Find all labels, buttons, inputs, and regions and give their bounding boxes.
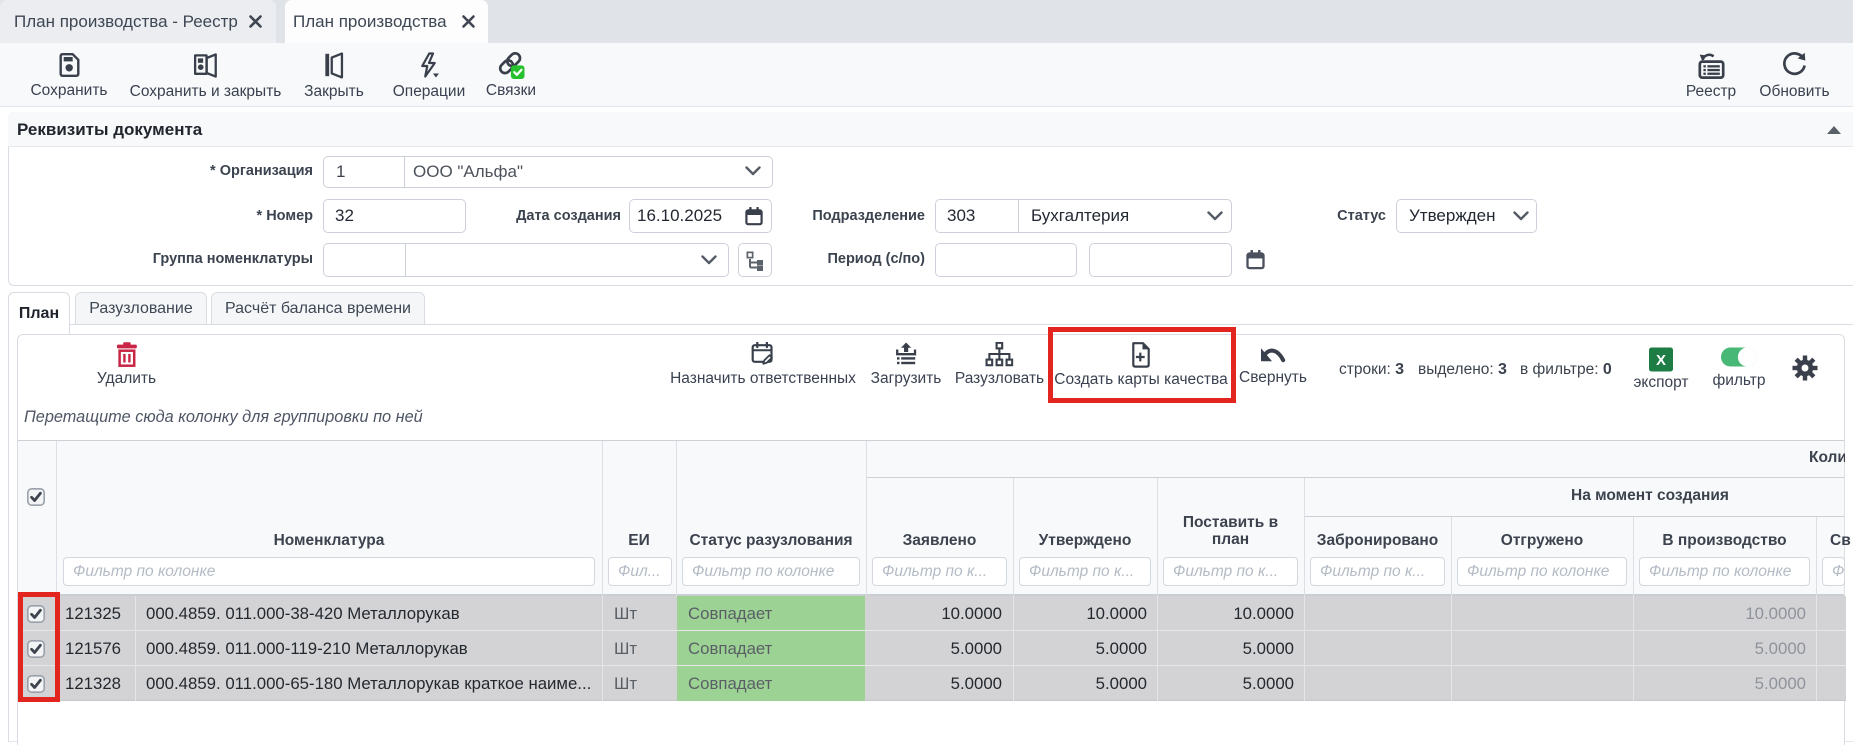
svg-text:X: X [1656, 352, 1666, 369]
